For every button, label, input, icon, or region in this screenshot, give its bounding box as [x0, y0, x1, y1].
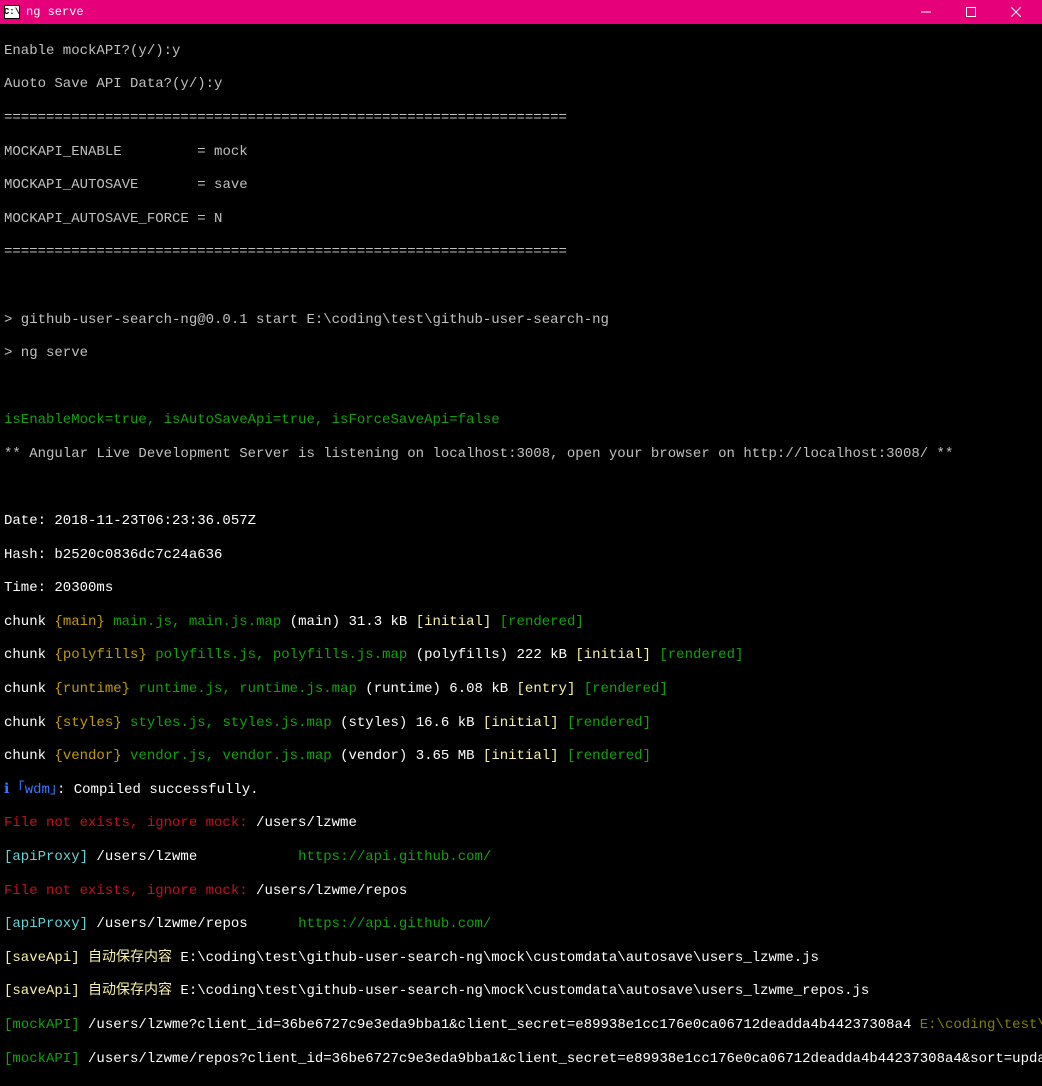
mock-api-2: [mockAPI] /users/lzwme/repos?client_id=3…: [4, 1051, 1038, 1068]
env-mockapi-enable: MOCKAPI_ENABLE = mock: [4, 144, 1038, 161]
chunk-styles: chunk {styles} styles.js, styles.js.map …: [4, 715, 1038, 732]
blank: [4, 480, 1038, 497]
divider: ========================================…: [4, 110, 1038, 127]
chunk-runtime: chunk {runtime} runtime.js, runtime.js.m…: [4, 681, 1038, 698]
minimize-button[interactable]: [903, 0, 948, 24]
ng-serve: > ng serve: [4, 345, 1038, 362]
api-proxy-1: [apiProxy] /users/lzwme https://api.gith…: [4, 849, 1038, 866]
divider: ========================================…: [4, 244, 1038, 261]
flags-line: isEnableMock=true, isAutoSaveApi=true, i…: [4, 412, 1038, 429]
app-icon: C:\: [4, 5, 20, 19]
build-time: Time: 20300ms: [4, 580, 1038, 597]
file-not-exists-2: File not exists, ignore mock: /users/lzw…: [4, 883, 1038, 900]
close-button[interactable]: [993, 0, 1038, 24]
dev-server-line: ** Angular Live Development Server is li…: [4, 446, 1038, 463]
window-title: ng serve: [26, 5, 903, 19]
prompt-enable-mock: Enable mockAPI?(y/):y: [4, 43, 1038, 60]
npm-start: > github-user-search-ng@0.0.1 start E:\c…: [4, 312, 1038, 329]
build-date: Date: 2018-11-23T06:23:36.057Z: [4, 513, 1038, 530]
env-mockapi-autosave: MOCKAPI_AUTOSAVE = save: [4, 177, 1038, 194]
mock-api-1: [mockAPI] /users/lzwme?client_id=36be672…: [4, 1017, 1038, 1034]
window-controls: [903, 0, 1038, 24]
window-titlebar: C:\ ng serve: [0, 0, 1042, 24]
wdm-compiled: ℹ ｢wdm｣: Compiled successfully.: [4, 782, 1038, 799]
env-mockapi-force: MOCKAPI_AUTOSAVE_FORCE = N: [4, 211, 1038, 228]
build-hash: Hash: b2520c0836dc7c24a636: [4, 547, 1038, 564]
api-proxy-2: [apiProxy] /users/lzwme/repos https://ap…: [4, 916, 1038, 933]
chunk-main: chunk {main} main.js, main.js.map (main)…: [4, 614, 1038, 631]
save-api-2: [saveApi] 自动保存内容 E:\coding\test\github-u…: [4, 983, 1038, 1000]
blank: [4, 278, 1038, 295]
chunk-vendor: chunk {vendor} vendor.js, vendor.js.map …: [4, 748, 1038, 765]
maximize-button[interactable]: [948, 0, 993, 24]
file-not-exists-1: File not exists, ignore mock: /users/lzw…: [4, 815, 1038, 832]
terminal-output[interactable]: Enable mockAPI?(y/):y Auoto Save API Dat…: [0, 24, 1042, 1086]
blank: [4, 379, 1038, 396]
chunk-polyfills: chunk {polyfills} polyfills.js, polyfill…: [4, 647, 1038, 664]
prompt-autosave: Auoto Save API Data?(y/):y: [4, 76, 1038, 93]
save-api-1: [saveApi] 自动保存内容 E:\coding\test\github-u…: [4, 950, 1038, 967]
